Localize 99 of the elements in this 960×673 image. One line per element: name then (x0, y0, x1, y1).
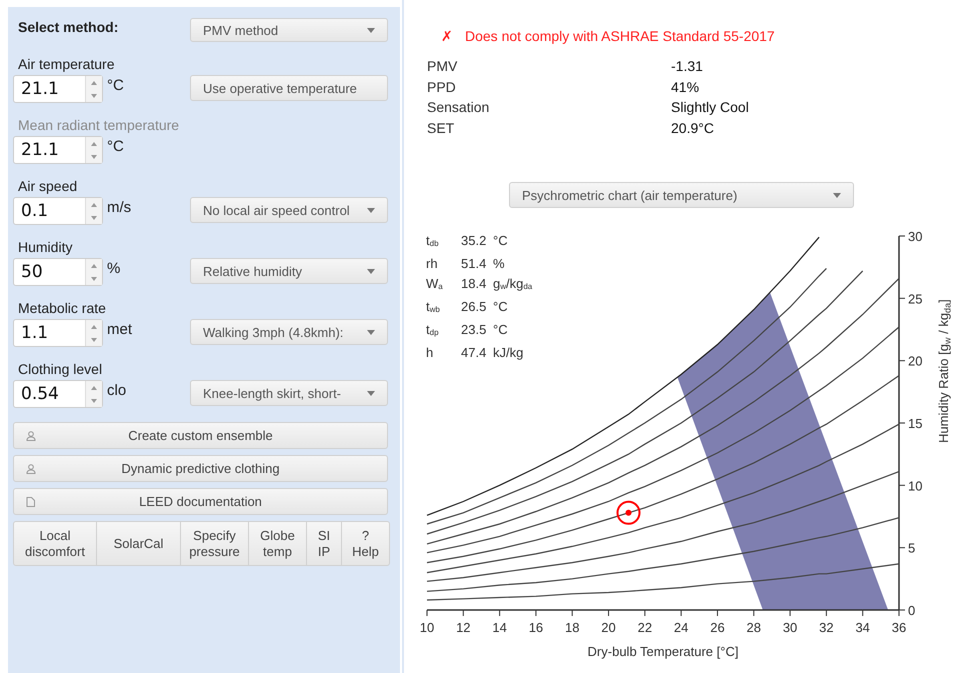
person-icon (26, 431, 36, 441)
tool-button[interactable]: SI IP (306, 521, 342, 566)
field-label: Mean radiant temperature (17, 116, 180, 134)
readout-value: 26.5 (461, 298, 488, 316)
action-button[interactable]: Create custom ensemble (13, 422, 388, 449)
field-label: Air speed (17, 177, 78, 195)
y-tick-label: 30 (908, 229, 922, 244)
x-tick-label: 26 (710, 620, 725, 635)
result-value: Slightly Cool (671, 98, 750, 117)
x-tick-label: 10 (420, 620, 434, 635)
x-tick-label: 24 (674, 620, 688, 635)
readout-value: 47.4 (461, 344, 488, 361)
action-button[interactable]: Dynamic predictive clothing (13, 455, 388, 482)
number-field[interactable]: 1.1 (13, 319, 103, 347)
person-icon (26, 464, 36, 474)
result-label: PMV (427, 57, 458, 76)
dropdown-select[interactable]: No local air speed control (190, 197, 388, 223)
unit-label: °C (107, 76, 124, 96)
readout-unit: °C (493, 298, 509, 316)
unit-label: clo (107, 381, 126, 401)
readout-value: 35.2 (461, 232, 488, 250)
field-label: Air temperature (17, 55, 116, 73)
tool-button[interactable]: SolarCal (96, 521, 181, 566)
caret-icon (367, 390, 375, 396)
caret-icon (367, 208, 375, 212)
x-tick-label: 28 (746, 620, 761, 635)
tool-button[interactable]: Local discomfort (13, 521, 97, 566)
unit-label: % (107, 259, 120, 279)
number-field[interactable]: 21.1 (13, 75, 103, 103)
x-tick-label: 30 (782, 620, 798, 635)
readout-unit: % (493, 255, 506, 272)
x-tick-label: 20 (601, 620, 616, 635)
dropdown-select[interactable]: Relative humidity (190, 258, 388, 284)
readout-label: t$_{wb}$ (426, 298, 441, 316)
readout-unit: kJ/kg (493, 344, 524, 361)
readout-value: 23.5 (461, 321, 488, 339)
spinner-control[interactable] (85, 198, 102, 224)
field-label: Metabolic rate (17, 299, 107, 317)
x-tick-label: 16 (528, 620, 544, 635)
readout-label: W$_{a}$ (426, 275, 444, 293)
readout-unit: g$_{w}$/kg$_{da}$ (493, 275, 532, 293)
readout-label: t$_{dp}$ (426, 321, 440, 339)
x-tick-label: 34 (855, 620, 870, 635)
result-value: 41% (671, 78, 700, 96)
unit-label: °C (107, 137, 124, 157)
document-icon (26, 497, 35, 507)
number-field[interactable]: 0.1 (13, 197, 103, 225)
readout-label: h (426, 344, 434, 361)
spinner-control[interactable] (85, 259, 102, 285)
unit-label: met (107, 320, 132, 340)
number-field[interactable]: 0.54 (13, 380, 103, 408)
result-label: Sensation (427, 98, 490, 117)
y-tick-label: 25 (908, 291, 922, 306)
action-button[interactable]: LEED documentation (13, 488, 388, 515)
result-value: 20.9°C (671, 118, 715, 138)
y-tick-label: 5 (908, 540, 916, 556)
x-tick-label: 32 (819, 620, 834, 635)
readout-label: t$_{db}$ (426, 232, 440, 250)
caret-icon (367, 268, 375, 274)
y-tick-label: 20 (908, 354, 922, 369)
field-label: Clothing level (17, 360, 104, 378)
y-tick-label: 15 (908, 416, 922, 431)
x-tick-label: 12 (456, 620, 471, 635)
spinner-control[interactable] (85, 76, 102, 102)
status-icon: ✗ (441, 27, 453, 45)
spinner-control[interactable] (85, 320, 102, 346)
unit-label: m/s (107, 198, 132, 218)
y-tick-label: 10 (908, 478, 922, 494)
field-label: Humidity (17, 238, 74, 256)
x-axis-title: Dry-bulb Temperature [°C] (588, 644, 738, 659)
method-label: Select method: (17, 19, 120, 35)
result-label: PPD (427, 78, 457, 96)
readout-unit: °C (493, 232, 509, 250)
compliance-message: Does not comply with ASHRAE Standard 55-2017 (465, 27, 775, 45)
option-button[interactable]: Use operative temperature (190, 75, 388, 101)
y-tick-label: 0 (908, 603, 916, 618)
spinner-control[interactable] (85, 381, 102, 407)
tool-button[interactable]: Globe temp (248, 521, 307, 566)
tool-button[interactable]: Specify pressure (180, 521, 249, 566)
method-select[interactable]: PMV method (190, 18, 388, 42)
readout-label: rh (426, 255, 439, 272)
tool-button[interactable]: ? Help (341, 521, 390, 566)
caret-icon (367, 330, 375, 334)
caret-icon (367, 28, 375, 32)
dropdown-select[interactable]: Walking 3mph (4.8kmh): (190, 319, 388, 345)
readout-unit: °C (493, 321, 509, 339)
x-tick-label: 18 (565, 620, 580, 635)
number-field[interactable]: 50 (13, 258, 103, 286)
x-tick-label: 14 (492, 620, 507, 635)
result-label: SET (427, 118, 456, 138)
readout-value: 51.4 (461, 255, 488, 272)
spinner-control[interactable] (85, 137, 102, 163)
dropdown-select[interactable]: Knee-length skirt, short- (190, 380, 388, 406)
x-tick-label: 22 (638, 620, 652, 635)
caret-icon (833, 192, 841, 198)
readout-value: 18.4 (461, 275, 488, 293)
chart-type-select[interactable]: Psychrometric chart (air temperature) (509, 182, 854, 208)
result-value: -1.31 (671, 57, 704, 76)
x-tick-label: 36 (892, 620, 906, 635)
